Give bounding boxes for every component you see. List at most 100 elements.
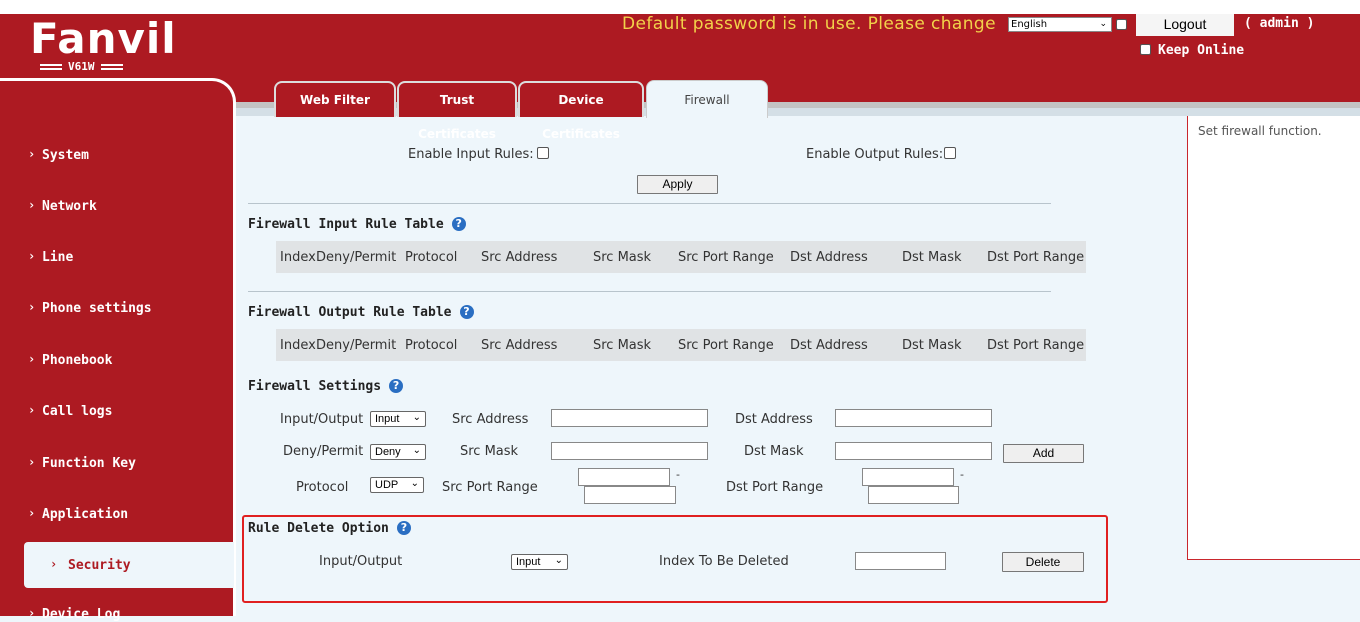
keep-online-checkbox[interactable] [1140,44,1151,55]
enable-input-rules-label: Enable Input Rules: [408,147,534,162]
dst-port-range-label: Dst Port Range [726,480,824,495]
language-value: English [1011,19,1048,30]
input-output-select-value: Input [375,413,400,425]
src-mask-label: Src Mask [460,444,519,459]
sidebar-item-phone-settings[interactable]: › Phone settings [28,300,152,316]
index-to-be-deleted-label: Index To Be Deleted [659,554,789,569]
column-header: Protocol [405,250,458,265]
help-icon[interactable]: ? [459,305,474,319]
tab-web-filter[interactable]: Web Filter [274,81,396,117]
chevron-right-icon: › [50,557,58,571]
chevron-down-icon: ⌄ [410,478,419,489]
input-rule-table-title: Firewall Input Rule Table? [248,217,466,232]
input-output-select[interactable]: Input ⌄ [370,411,426,427]
help-icon[interactable]: ? [396,521,411,535]
protocol-select[interactable]: UDP ⌄ [370,477,424,493]
model-text: V61W [68,60,95,73]
input-output-label: Input/Output [280,412,364,427]
sidebar-item-call-logs[interactable]: › Call logs [28,403,112,419]
enable-input-rules-checkbox[interactable] [537,147,549,159]
dst-mask-input[interactable] [835,442,992,460]
column-header: Deny/Permit [316,338,397,353]
chevron-right-icon: › [28,300,36,314]
dst-port-end-input[interactable] [868,486,959,504]
column-header: Index [280,250,316,265]
column-header: Dst Mask [902,338,962,353]
column-header: Src Mask [593,250,652,265]
sidebar-item-function-key[interactable]: › Function Key [28,455,136,471]
fanvil-logo: Fanvil [30,14,177,63]
help-icon[interactable]: ? [389,379,404,393]
deny-permit-label: Deny/Permit [283,444,364,459]
deny-permit-select[interactable]: Deny ⌄ [370,444,426,460]
help-icon[interactable]: ? [451,217,466,231]
sidebar-item-label: Line [42,250,74,265]
language-select[interactable]: English ⌄ [1008,17,1112,32]
dst-mask-label: Dst Mask [744,444,804,459]
rule-delete-option-title: Rule Delete Option? [248,521,411,536]
chevron-right-icon: › [28,455,36,469]
enable-output-rules-checkbox[interactable] [944,147,956,159]
dst-address-input[interactable] [835,409,992,427]
output-rule-table-title: Firewall Output Rule Table? [248,305,474,320]
tab-trust-certificates[interactable]: Trust Certificates [397,81,517,141]
sidebar-item-label: Device Log [42,607,121,622]
dst-port-start-input[interactable] [862,468,954,486]
sidebar-item-device-log[interactable]: › Device Log [28,606,121,622]
input-rule-table-header: Index Deny/Permit Protocol Src Address S… [276,241,1086,273]
add-button[interactable]: Add [1003,444,1084,463]
src-address-input[interactable] [551,409,708,427]
column-header: Src Port Range [678,250,774,265]
chevron-right-icon: › [28,606,36,620]
dst-address-label: Dst Address [735,412,813,427]
divider [248,291,1051,292]
column-header: Dst Address [790,338,868,353]
divider [248,203,1051,204]
help-text: Set firewall function. [1198,124,1322,138]
tab-firewall[interactable]: Firewall [646,80,768,118]
language-checkbox[interactable] [1116,19,1127,30]
default-password-warning[interactable]: Default password is in use. Please chang… [622,14,996,34]
src-port-end-input[interactable] [584,486,676,504]
sidebar-item-phonebook[interactable]: › Phonebook [28,352,112,368]
chevron-right-icon: › [28,147,36,161]
sidebar-item-system[interactable]: › System [28,147,89,163]
src-port-start-input[interactable] [578,468,670,486]
sidebar-item-line[interactable]: › Line [28,249,74,265]
column-header: Dst Port Range [987,250,1085,265]
delete-input-output-select[interactable]: Input ⌄ [511,554,568,570]
sidebar-item-security-label[interactable]: › Security [50,557,131,573]
sidebar-item-application[interactable]: › Application [28,506,128,522]
enable-output-rules-label: Enable Output Rules: [806,147,944,162]
index-to-be-deleted-input[interactable] [855,552,946,570]
output-rule-table-header: Index Deny/Permit Protocol Src Address S… [276,329,1086,361]
firewall-settings-title-text: Firewall Settings [248,379,382,394]
model-label: V61W [34,60,129,73]
delete-button[interactable]: Delete [1002,552,1084,572]
apply-button[interactable]: Apply [637,175,718,194]
tab-device-certificates[interactable]: Device Certificates [518,81,644,141]
column-header: Index [280,338,316,353]
chevron-right-icon: › [28,352,36,366]
protocol-select-value: UDP [375,479,399,491]
delete-input-output-label: Input/Output [319,554,403,569]
chevron-down-icon: ⌄ [1099,19,1107,29]
sidebar-item-label: System [42,148,89,163]
chevron-right-icon: › [28,198,36,212]
column-header: Deny/Permit [316,250,397,265]
column-header: Dst Mask [902,250,962,265]
logout-button[interactable]: Logout [1136,14,1234,36]
keep-online-label: Keep Online [1158,43,1245,58]
sidebar-item-network[interactable]: › Network [28,198,97,214]
column-header: Src Address [481,250,558,265]
sidebar [0,78,236,616]
chevron-right-icon: › [28,506,36,520]
chevron-right-icon: › [28,249,36,263]
chevron-down-icon: ⌄ [412,445,421,456]
column-header: Dst Port Range [987,338,1085,353]
sidebar-item-label: Network [42,199,97,214]
rule-delete-option-title-text: Rule Delete Option [248,521,389,536]
firewall-settings-title: Firewall Settings? [248,379,404,394]
src-mask-input[interactable] [551,442,708,460]
protocol-label: Protocol [296,480,349,495]
